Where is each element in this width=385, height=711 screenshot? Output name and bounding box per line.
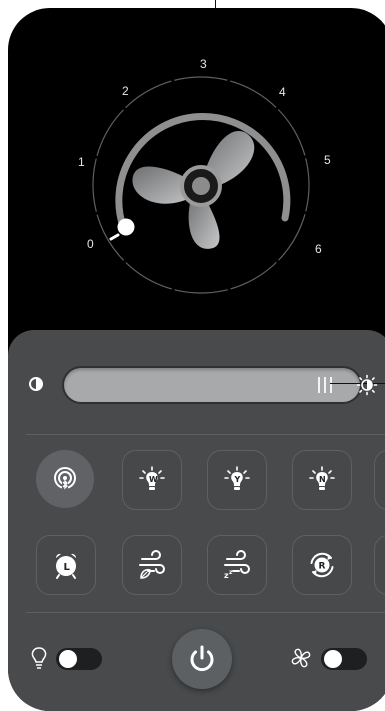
fan-toggle-knob bbox=[324, 650, 342, 668]
sleep-breeze-button[interactable]: z z bbox=[207, 535, 267, 595]
fan-speed-dial[interactable]: 0 1 2 3 4 5 6 bbox=[8, 8, 385, 348]
contrast-icon bbox=[29, 377, 43, 391]
dial-tick bbox=[226, 285, 232, 294]
bulb-n-icon: N bbox=[309, 466, 335, 490]
natural-breeze-button[interactable] bbox=[122, 535, 182, 595]
dial-tick bbox=[301, 210, 310, 216]
bluetooth-signal-icon bbox=[54, 467, 76, 490]
speed-label-6: 6 bbox=[315, 242, 322, 256]
speed-label-1: 1 bbox=[78, 155, 85, 169]
light-bulb-icon bbox=[31, 647, 47, 669]
divider-2 bbox=[26, 612, 385, 613]
power-button[interactable] bbox=[172, 629, 232, 689]
alarm-clock-icon: L bbox=[55, 553, 77, 579]
dial-tick bbox=[170, 76, 176, 85]
bulb-w-icon: W bbox=[139, 466, 165, 490]
fan-control-card: 0 1 2 3 4 5 6 W Y N L z z R bbox=[8, 8, 385, 711]
light-toggle-knob bbox=[59, 650, 77, 668]
speed-knob[interactable] bbox=[117, 218, 135, 236]
neutral-light-button[interactable]: N bbox=[292, 450, 352, 510]
more-button-row2-partial[interactable] bbox=[374, 535, 385, 595]
wind-leaf-icon bbox=[139, 550, 165, 579]
divider-1 bbox=[26, 434, 385, 435]
dial-tick bbox=[92, 154, 101, 160]
dial-tick bbox=[170, 285, 176, 294]
brightness-slider-handle[interactable] bbox=[318, 377, 332, 393]
svg-text:Y: Y bbox=[234, 475, 241, 484]
bulb-y-icon: Y bbox=[224, 466, 250, 490]
svg-text:z: z bbox=[229, 569, 233, 576]
speed-label-3: 3 bbox=[200, 57, 207, 71]
fan-icon bbox=[291, 648, 311, 668]
bluetooth-button[interactable] bbox=[36, 450, 94, 508]
timer-button[interactable]: L bbox=[36, 535, 96, 595]
brightness-slider[interactable] bbox=[64, 368, 360, 402]
warm-light-button[interactable]: W bbox=[122, 450, 182, 510]
svg-text:W: W bbox=[149, 475, 158, 484]
brightness-high-icon bbox=[356, 374, 378, 396]
svg-text:R: R bbox=[319, 562, 326, 572]
yellow-light-button[interactable]: Y bbox=[207, 450, 267, 510]
fan-blades-icon bbox=[132, 131, 255, 249]
speed-label-2: 2 bbox=[122, 84, 129, 98]
svg-text:N: N bbox=[319, 475, 326, 484]
fan-toggle[interactable] bbox=[321, 648, 367, 670]
dial-tick bbox=[301, 154, 310, 160]
more-button-row1-partial[interactable] bbox=[374, 450, 385, 510]
speed-label-0: 0 bbox=[87, 237, 94, 251]
svg-text:L: L bbox=[64, 562, 71, 573]
reverse-rotation-icon: R bbox=[310, 552, 334, 578]
speed-label-5: 5 bbox=[324, 153, 331, 167]
dial-tick bbox=[92, 210, 101, 216]
wind-sleep-icon: z z bbox=[224, 550, 250, 580]
light-toggle[interactable] bbox=[56, 648, 102, 670]
reverse-button[interactable]: R bbox=[292, 535, 352, 595]
dial-tick bbox=[226, 76, 232, 85]
control-panel: W Y N L z z R bbox=[8, 330, 385, 711]
speed-label-4: 4 bbox=[279, 85, 286, 99]
power-icon bbox=[190, 645, 214, 672]
